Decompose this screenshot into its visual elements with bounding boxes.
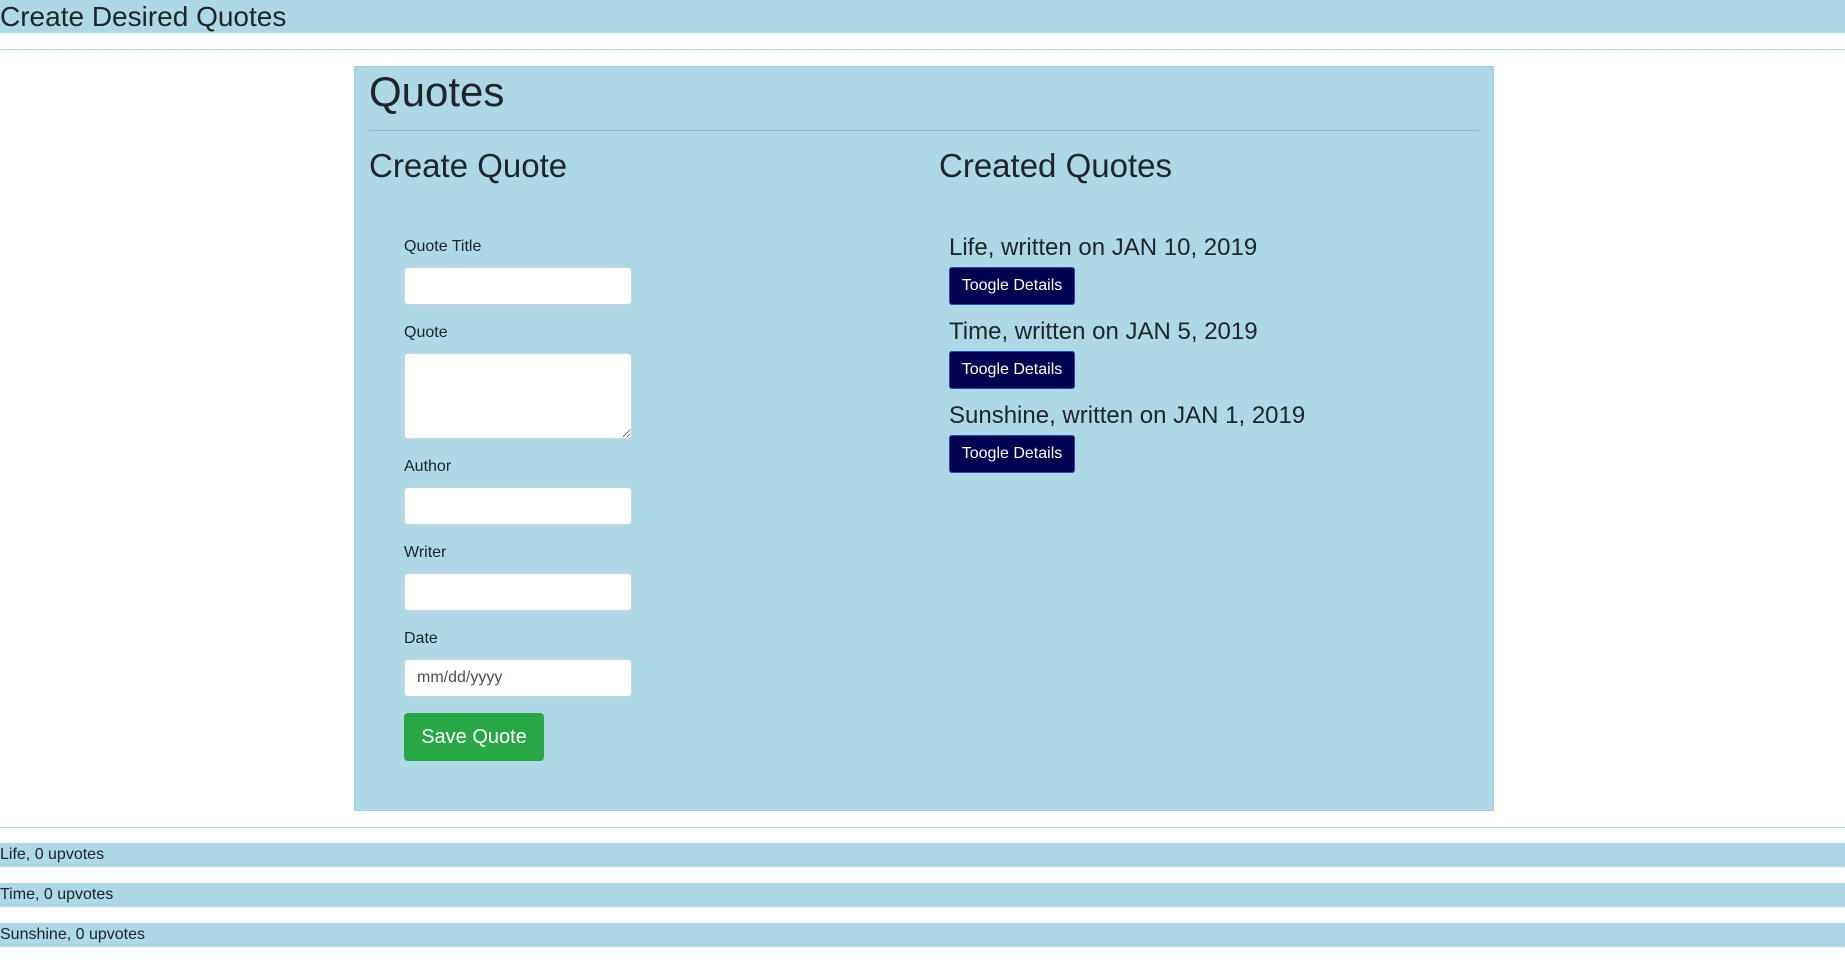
quote-item: Sunshine, written on JAN 1, 2019 Toogle … [949, 401, 1469, 473]
quote-item: Life, written on JAN 10, 2019 Toogle Det… [949, 233, 1469, 305]
quote-title-input[interactable] [404, 267, 632, 305]
save-quote-button[interactable]: Save Quote [404, 713, 544, 761]
quote-title-label: Quote Title [404, 238, 482, 255]
panel-title: Quotes [369, 68, 505, 115]
panel-divider [369, 130, 1479, 131]
quote-item: Time, written on JAN 5, 2019 Toogle Deta… [949, 317, 1469, 389]
quotes-panel: Quotes Create Quote Created Quotes Quote… [354, 66, 1494, 811]
quote-heading: Life, written on JAN 10, 2019 [949, 234, 1258, 261]
quote-label: Quote [404, 324, 448, 341]
upvote-row: Life, 0 upvotes [0, 843, 1845, 867]
date-input[interactable] [404, 659, 632, 697]
toggle-details-button[interactable]: Toogle Details [949, 435, 1075, 473]
author-label: Author [404, 458, 452, 475]
quote-textarea[interactable] [404, 353, 632, 439]
writer-label: Writer [404, 544, 447, 561]
toggle-details-button[interactable]: Toogle Details [949, 267, 1075, 305]
upvote-row: Time, 0 upvotes [0, 883, 1845, 907]
writer-input[interactable] [404, 573, 632, 611]
quote-heading: Time, written on JAN 5, 2019 [949, 318, 1258, 345]
footer-divider [0, 827, 1845, 828]
create-quote-heading: Create Quote [369, 147, 568, 184]
toggle-details-button[interactable]: Toogle Details [949, 351, 1075, 389]
app-title: Create Desired Quotes [0, 1, 287, 32]
quote-heading: Sunshine, written on JAN 1, 2019 [949, 402, 1306, 429]
upvote-row: Sunshine, 0 upvotes [0, 923, 1845, 947]
date-label: Date [404, 630, 438, 647]
created-quotes-heading: Created Quotes [939, 147, 1172, 184]
author-input[interactable] [404, 487, 632, 525]
app-header: Create Desired Quotes [0, 0, 1845, 33]
header-divider [0, 49, 1845, 50]
